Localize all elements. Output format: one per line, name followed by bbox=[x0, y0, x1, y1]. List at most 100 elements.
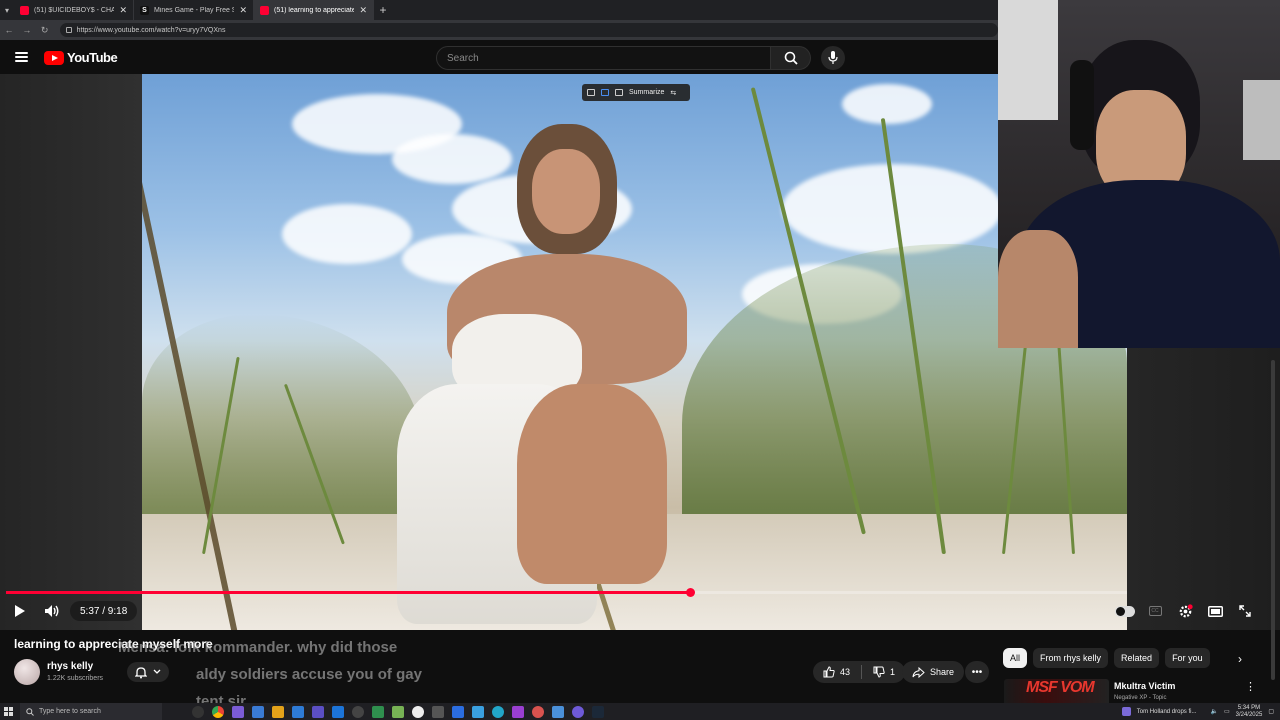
recommendation-subtitle: Negative XP - Topic bbox=[1114, 695, 1167, 701]
youtube-favicon-icon bbox=[260, 5, 269, 15]
system-tray: Tom Holland drops fi... 🔈 ▭ 5:34 PM 3/24… bbox=[1121, 703, 1280, 720]
app-icon[interactable] bbox=[432, 705, 444, 718]
chat-line: Mensa: lofk kommander. why did those bbox=[118, 639, 398, 656]
recommendation-thumbnail[interactable]: MSF VOM bbox=[1004, 679, 1109, 703]
tab-title: Mines Game - Play Free Social Ca bbox=[154, 6, 234, 14]
more-actions-button[interactable]: ••• bbox=[965, 661, 989, 683]
windows-icon bbox=[3, 707, 13, 716]
fullscreen-button[interactable] bbox=[1235, 601, 1255, 621]
chip-from-channel[interactable]: From rhys kelly bbox=[1033, 648, 1109, 668]
app-icon[interactable] bbox=[332, 705, 344, 718]
taskbar-clock[interactable]: 5:34 PM 3/24/2025 bbox=[1236, 705, 1263, 719]
new-tab-button[interactable]: + bbox=[374, 3, 392, 17]
voice-search-button[interactable] bbox=[821, 46, 845, 70]
settings-button[interactable] bbox=[1175, 601, 1195, 621]
app-icon[interactable] bbox=[372, 705, 384, 718]
play-button[interactable] bbox=[10, 601, 30, 621]
folder-icon[interactable] bbox=[272, 705, 284, 718]
channel-avatar[interactable] bbox=[14, 659, 40, 685]
chevron-down-icon bbox=[153, 669, 161, 674]
app-icon[interactable] bbox=[192, 705, 204, 718]
legs-shape bbox=[517, 384, 667, 584]
close-icon[interactable]: ✕ bbox=[239, 5, 247, 16]
network-icon[interactable]: ▭ bbox=[1224, 708, 1230, 715]
chip-related[interactable]: Related bbox=[1114, 648, 1160, 668]
person-figure bbox=[397, 124, 717, 624]
tab-title: (51) $UICIDEBOY$ - CHÂTEAU GR bbox=[34, 6, 115, 14]
progress-bar[interactable] bbox=[6, 588, 1127, 597]
dislike-button[interactable]: 1 bbox=[873, 666, 895, 678]
app-icon[interactable] bbox=[252, 705, 264, 718]
app-icon[interactable] bbox=[232, 705, 244, 718]
autoplay-toggle[interactable] bbox=[1115, 601, 1135, 621]
tab-search-icon[interactable]: ▾ bbox=[0, 0, 14, 20]
url-field[interactable]: https://www.youtube.com/watch?v=uryy7VQX… bbox=[59, 23, 998, 37]
background-chair-shape bbox=[1243, 80, 1280, 160]
microphone-icon bbox=[828, 51, 838, 64]
arm-shape bbox=[998, 230, 1078, 348]
chip-for-you[interactable]: For you bbox=[1165, 648, 1210, 668]
clock-time: 5:34 PM bbox=[1237, 704, 1261, 711]
back-icon[interactable]: ← bbox=[4, 25, 14, 35]
menu-icon[interactable] bbox=[15, 52, 28, 62]
app-icon[interactable] bbox=[492, 705, 504, 718]
app-icon[interactable] bbox=[552, 705, 564, 718]
edge-icon[interactable] bbox=[292, 705, 304, 718]
browser-tab-2[interactable]: S Mines Game - Play Free Social Ca ✕ bbox=[134, 0, 254, 20]
translate-icon[interactable]: ⇆ bbox=[670, 89, 676, 97]
volume-button[interactable] bbox=[42, 601, 62, 621]
page-scrollbar[interactable] bbox=[1271, 360, 1275, 680]
search-icon bbox=[784, 51, 798, 65]
app-icon[interactable] bbox=[532, 705, 544, 718]
app-icon[interactable] bbox=[392, 705, 404, 718]
search-button[interactable] bbox=[771, 46, 811, 70]
app-icon[interactable] bbox=[412, 705, 424, 718]
chip-all[interactable]: All bbox=[1003, 648, 1028, 668]
browser-tab-3[interactable]: (51) learning to appreciate myself ✕ bbox=[254, 0, 374, 20]
player-right-controls: CC bbox=[1115, 601, 1255, 621]
like-divider bbox=[861, 665, 863, 679]
app-icon[interactable] bbox=[312, 705, 324, 718]
app-icon[interactable] bbox=[472, 705, 484, 718]
chevron-right-icon[interactable]: › bbox=[1230, 650, 1250, 668]
windows-taskbar: Type here to search Tom Holland drops fi… bbox=[0, 703, 1280, 720]
picture-in-picture-icon[interactable] bbox=[587, 89, 595, 96]
taskbar-search-input[interactable]: Type here to search bbox=[20, 703, 162, 720]
progress-scrubber[interactable] bbox=[685, 588, 695, 597]
captions-button[interactable]: CC bbox=[1145, 601, 1165, 621]
time-display: 5:37 / 9:18 bbox=[70, 601, 138, 621]
notification-bell-button[interactable] bbox=[127, 662, 169, 682]
speaker-icon[interactable]: 🔈 bbox=[1210, 708, 1217, 715]
chrome-icon[interactable] bbox=[212, 705, 224, 718]
news-widget-icon[interactable] bbox=[1121, 707, 1131, 716]
app-icon[interactable] bbox=[352, 705, 364, 718]
screenshot-icon[interactable] bbox=[601, 89, 609, 96]
search-input[interactable]: Search bbox=[436, 46, 771, 70]
forward-icon[interactable]: → bbox=[22, 25, 32, 35]
app-icon[interactable] bbox=[512, 705, 524, 718]
notification-icon[interactable]: ▢ bbox=[1268, 708, 1274, 715]
recommendation-title[interactable]: Mkultra Victim bbox=[1114, 681, 1175, 691]
summarize-icon bbox=[615, 89, 623, 96]
share-button[interactable]: Share bbox=[902, 661, 965, 683]
close-icon[interactable]: ✕ bbox=[359, 5, 367, 16]
youtube-logo[interactable]: YouTube bbox=[44, 50, 118, 65]
steam-icon[interactable] bbox=[592, 705, 604, 718]
channel-name[interactable]: rhys kelly bbox=[47, 661, 93, 672]
app-icon[interactable] bbox=[572, 705, 584, 718]
news-ticker[interactable]: Tom Holland drops fi... bbox=[1137, 709, 1197, 715]
video-frame[interactable] bbox=[142, 74, 1127, 630]
browser-tab-1[interactable]: (51) $UICIDEBOY$ - CHÂTEAU GR ✕ bbox=[14, 0, 134, 20]
more-vertical-icon[interactable]: ⋮ bbox=[1245, 680, 1256, 693]
theater-mode-button[interactable] bbox=[1205, 601, 1225, 621]
cloud-shape bbox=[282, 204, 412, 264]
start-button[interactable] bbox=[0, 703, 16, 720]
face-shape bbox=[532, 149, 600, 234]
like-button[interactable]: 43 bbox=[823, 666, 850, 678]
summarize-button[interactable]: Summarize bbox=[629, 89, 664, 96]
clock-date: 3/24/2025 bbox=[1235, 711, 1263, 718]
reload-icon[interactable]: ↻ bbox=[40, 25, 50, 36]
grass-area bbox=[142, 314, 422, 534]
close-icon[interactable]: ✕ bbox=[119, 5, 127, 16]
app-icon[interactable] bbox=[452, 705, 464, 718]
